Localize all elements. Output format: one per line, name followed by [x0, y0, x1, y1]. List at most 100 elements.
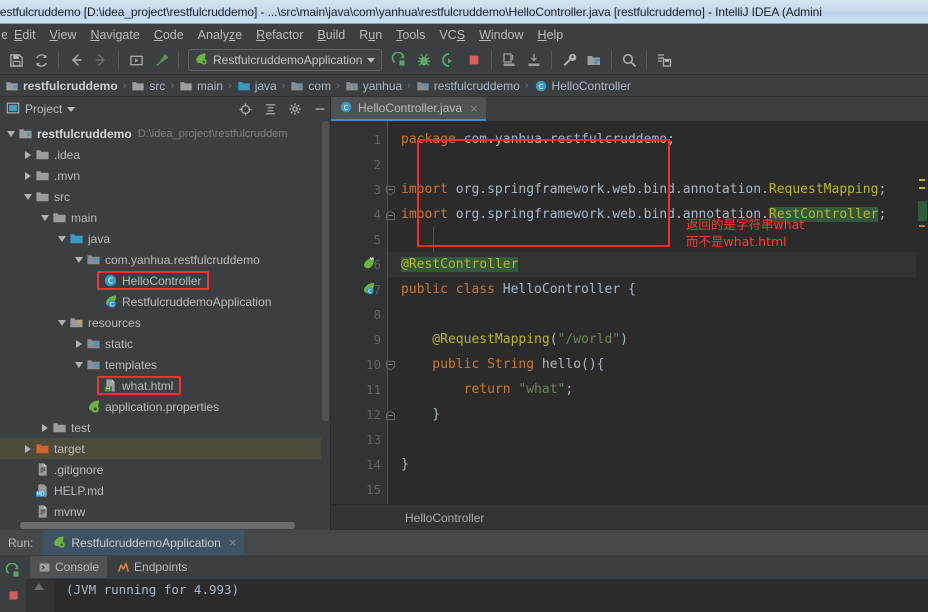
run-icon[interactable]: [387, 48, 411, 72]
editor-scrollbar[interactable]: [916, 121, 928, 504]
breadcrumb-item-com[interactable]: com: [287, 79, 334, 93]
chevron-down-icon[interactable]: [55, 319, 68, 326]
rerun-icon[interactable]: [0, 559, 26, 583]
close-icon[interactable]: ×: [229, 535, 237, 550]
menu-item-help[interactable]: Help: [531, 26, 571, 44]
run-subtab-console[interactable]: Console: [30, 556, 108, 578]
tree-item-src[interactable]: src: [0, 186, 330, 207]
tree-item-resources[interactable]: resources: [0, 312, 330, 333]
collapse-all-icon[interactable]: [260, 99, 280, 119]
breadcrumb-item-yanhua[interactable]: yanhua: [342, 79, 405, 93]
tree-item--mvn[interactable]: .mvn: [0, 165, 330, 186]
code-line-3[interactable]: import org.springframework.web.bind.anno…: [387, 177, 928, 202]
chevron-down-icon[interactable]: [4, 130, 17, 137]
breadcrumb-item-java[interactable]: java: [234, 79, 280, 93]
tree-item-java[interactable]: java: [0, 228, 330, 249]
menu-item-code[interactable]: Code: [147, 26, 191, 44]
chevron-down-icon[interactable]: [72, 256, 85, 263]
chevron-down-icon[interactable]: [67, 106, 76, 112]
code-line-1[interactable]: package com.yanhua.restfulcruddemo;: [387, 127, 928, 152]
code-line-6[interactable]: @RestController: [387, 252, 928, 277]
line-number-5[interactable]: 5: [331, 227, 387, 252]
line-number-3[interactable]: 3: [331, 177, 396, 202]
chevron-down-icon[interactable]: [55, 235, 68, 242]
code-line-10[interactable]: public String hello(){: [387, 352, 928, 377]
code-line-13[interactable]: [387, 427, 928, 452]
code-line-4[interactable]: import org.springframework.web.bind.anno…: [387, 202, 928, 227]
breadcrumb-item-restfulcruddemo[interactable]: restfulcruddemo: [2, 79, 121, 93]
chevron-right-icon[interactable]: [21, 150, 34, 159]
tree-item-static[interactable]: static: [0, 333, 330, 354]
breadcrumb-item-main[interactable]: main: [176, 79, 226, 93]
code-line-11[interactable]: return "what";: [387, 377, 928, 402]
tree-item-target[interactable]: target: [0, 438, 330, 459]
chevron-down-icon[interactable]: [21, 193, 34, 200]
stop-icon[interactable]: [0, 583, 26, 607]
sync-refresh-icon[interactable]: [29, 48, 53, 72]
run-tab-restfulcruddemoapplication[interactable]: RestfulcruddemoApplication ×: [43, 530, 245, 555]
tree-item-what-html[interactable]: Hwhat.html: [0, 375, 330, 396]
chevron-right-icon[interactable]: [72, 339, 85, 348]
line-number-14[interactable]: 14: [331, 452, 387, 477]
search-icon[interactable]: [617, 48, 641, 72]
code-editor[interactable]: 1 2 3 4 5 6 7 C 8 9 10 11 12 13 14 15 package com.yanhu…: [331, 121, 928, 504]
code-line-9[interactable]: @RequestMapping("/world"): [387, 327, 928, 352]
run-configuration-selector[interactable]: RestfulcruddemoApplication: [188, 49, 383, 71]
editor-tab-hellocontroller[interactable]: C HelloController.java ×: [331, 97, 486, 121]
line-number-9[interactable]: 9: [331, 327, 387, 352]
database-icon[interactable]: [652, 48, 676, 72]
chevron-right-icon[interactable]: [38, 423, 51, 432]
save-all-icon[interactable]: [4, 48, 28, 72]
breadcrumb-item-hellocontroller[interactable]: C HelloController: [531, 79, 634, 93]
menu-item-file[interactable]: File: [2, 26, 7, 44]
sidebar-vertical-scrollbar[interactable]: [321, 121, 330, 530]
line-number-11[interactable]: 11: [331, 377, 387, 402]
tree-item-test[interactable]: test: [0, 417, 330, 438]
hide-icon[interactable]: [310, 99, 330, 119]
code-line-7[interactable]: public class HelloController {: [387, 277, 928, 302]
stop-icon[interactable]: [462, 48, 486, 72]
menu-item-view[interactable]: View: [43, 26, 84, 44]
chevron-down-icon[interactable]: [72, 361, 85, 368]
scrollbar-thumb[interactable]: [322, 121, 329, 421]
tree-item-com-yanhua-restfulcruddemo[interactable]: com.yanhua.restfulcruddemo: [0, 249, 330, 270]
tree-item-restfulcruddemo[interactable]: restfulcruddemo D:\idea_project\restfulcr…: [0, 123, 330, 144]
back-arrow-icon[interactable]: [64, 48, 88, 72]
line-number-2[interactable]: 2: [331, 152, 387, 177]
close-icon[interactable]: ×: [470, 101, 478, 116]
run-with-coverage-icon[interactable]: [437, 48, 461, 72]
editor-gutter[interactable]: 1 2 3 4 5 6 7 C 8 9 10 11 12 13 14 15: [331, 121, 396, 504]
menu-item-edit[interactable]: Edit: [7, 26, 43, 44]
project-tree[interactable]: restfulcruddemo D:\idea_project\restfulcr…: [0, 121, 330, 530]
tree-item-templates[interactable]: templates: [0, 354, 330, 375]
code-line-2[interactable]: [387, 152, 928, 177]
line-number-7[interactable]: 7C: [331, 277, 387, 302]
chevron-right-icon[interactable]: [21, 444, 34, 453]
breadcrumb-item-src[interactable]: src: [128, 79, 168, 93]
line-number-10[interactable]: 10: [331, 352, 396, 377]
menu-item-window[interactable]: Window: [472, 26, 530, 44]
console-output[interactable]: (JVM running for 4.993): [26, 579, 928, 612]
run-subtab-endpoints[interactable]: Endpoints: [109, 556, 195, 578]
code-line-12[interactable]: }: [387, 402, 928, 427]
update-app-icon[interactable]: [497, 48, 521, 72]
code-line-14[interactable]: }: [387, 452, 928, 477]
tree-item--gitignore[interactable]: .gitignore: [0, 459, 330, 480]
breadcrumb-item-restfulcruddemo[interactable]: restfulcruddemo: [413, 79, 523, 93]
chevron-right-icon[interactable]: [21, 171, 34, 180]
forward-arrow-icon[interactable]: [89, 48, 113, 72]
code-line-8[interactable]: [387, 302, 928, 327]
line-number-13[interactable]: 13: [331, 427, 387, 452]
locate-target-icon[interactable]: [235, 99, 255, 119]
code-content[interactable]: package com.yanhua.restfulcruddemo; impor…: [387, 121, 928, 504]
tree-item-mvnw[interactable]: mvnw: [0, 501, 330, 522]
gear-icon[interactable]: [285, 99, 305, 119]
spring-bean-gutter-icon[interactable]: [361, 256, 376, 271]
menu-item-tools[interactable]: Tools: [389, 26, 432, 44]
tree-item-restfulcruddemoapplication[interactable]: C RestfulcruddemoApplication: [0, 291, 330, 312]
tree-item-main[interactable]: main: [0, 207, 330, 228]
menu-item-build[interactable]: Build: [310, 26, 352, 44]
tree-item-hellocontroller[interactable]: C HelloController: [0, 270, 330, 291]
spring-class-gutter-icon[interactable]: C: [361, 281, 376, 296]
debug-bug-icon[interactable]: [412, 48, 436, 72]
